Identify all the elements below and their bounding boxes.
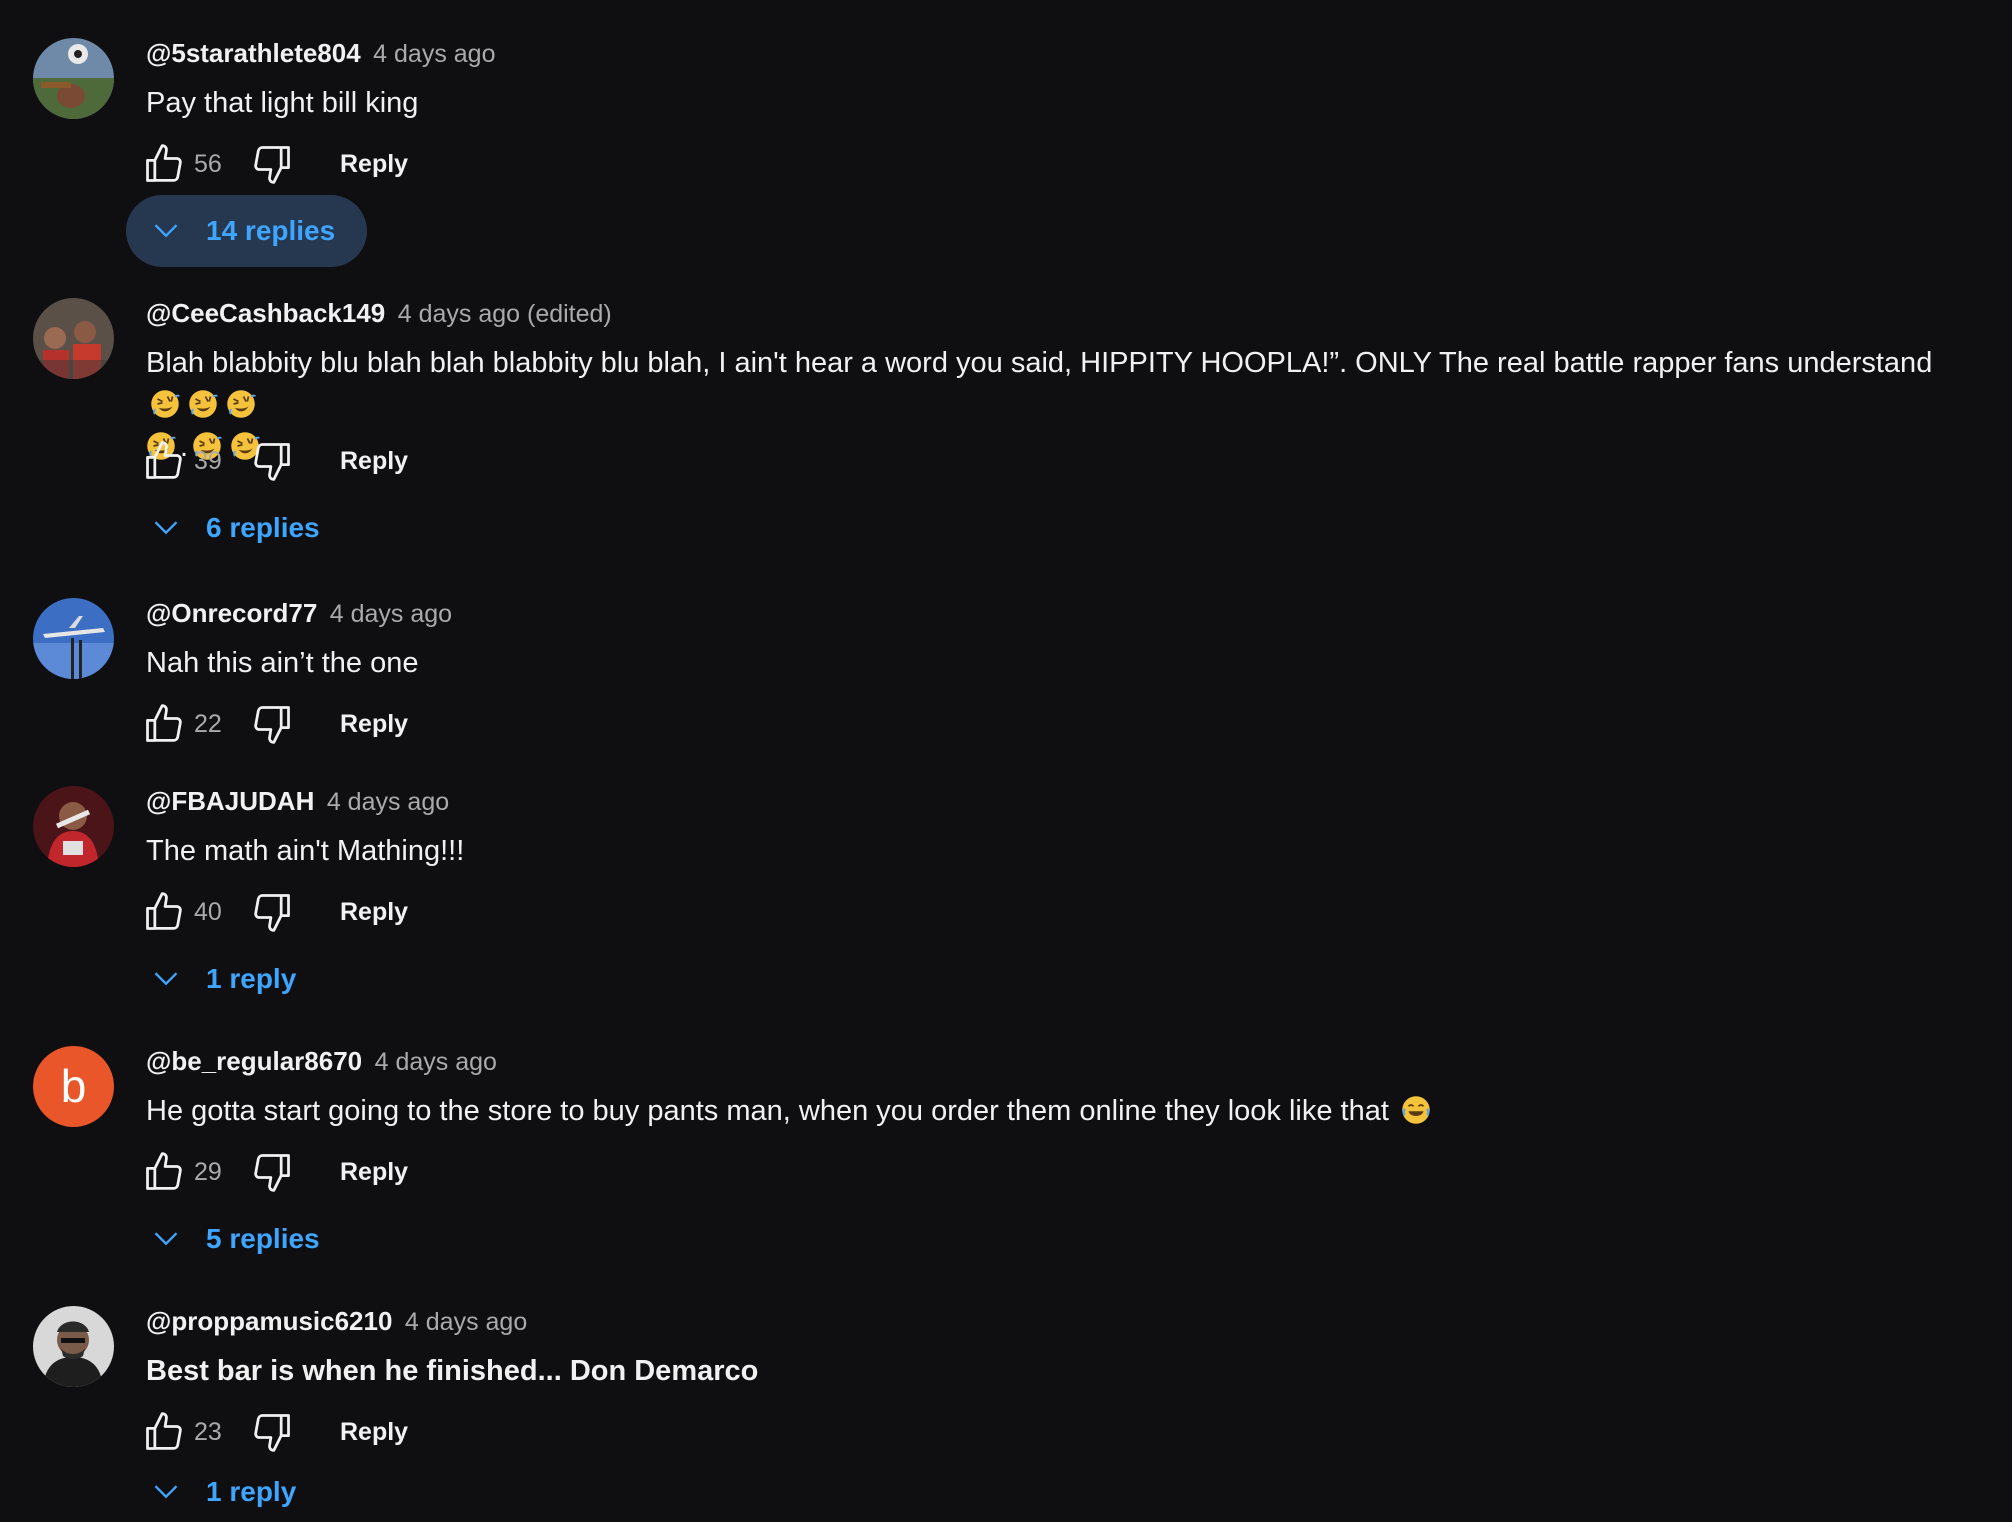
view-replies-button[interactable]: 14 replies: [126, 195, 368, 267]
comment-header: @CeeCashback149 4 days ago (edited): [146, 298, 612, 328]
chevron-down-icon: [152, 1225, 180, 1253]
thumbs-down-icon: [250, 1150, 294, 1194]
like-button[interactable]: [142, 439, 186, 483]
rofl-emoji-icon: [188, 389, 218, 419]
replies-count-label: 1 reply: [206, 1476, 297, 1507]
author-name[interactable]: @CeeCashback149: [146, 298, 385, 328]
thumbs-up-icon: [142, 1150, 186, 1194]
view-replies-button[interactable]: 1 reply: [126, 943, 328, 1015]
comment-timestamp[interactable]: 4 days ago: [375, 1048, 497, 1076]
like-count: 22: [194, 710, 222, 738]
comment-header: @5starathlete804 4 days ago: [146, 38, 495, 68]
like-button[interactable]: [142, 1150, 186, 1194]
replies-count-label: 6 replies: [206, 512, 320, 543]
chevron-down-icon: [152, 965, 180, 993]
replies-count-label: 5 replies: [206, 1223, 320, 1254]
reply-button[interactable]: Reply: [340, 702, 408, 746]
avatar[interactable]: [33, 1306, 114, 1387]
joy-emoji-icon: [1401, 1095, 1431, 1125]
thumbs-down-icon: [250, 890, 294, 934]
replies-count-label: 1 reply: [206, 963, 297, 994]
avatar[interactable]: [33, 298, 114, 379]
author-name[interactable]: @FBAJUDAH: [146, 786, 314, 816]
dislike-button[interactable]: [250, 1410, 294, 1454]
avatar[interactable]: [33, 786, 114, 867]
comment-text: The math ain't Mathing!!!: [146, 835, 465, 867]
avatar[interactable]: [33, 38, 114, 119]
author-name[interactable]: @be_regular8670: [146, 1046, 362, 1076]
view-replies-button[interactable]: 1 reply: [126, 1456, 328, 1522]
reply-button[interactable]: Reply: [340, 142, 408, 186]
author-name[interactable]: @Onrecord77: [146, 598, 317, 628]
thumbs-up-icon: [142, 890, 186, 934]
comment-text: Best bar is when he finished... Don Dema…: [146, 1355, 759, 1387]
reply-button[interactable]: Reply: [340, 890, 408, 934]
dislike-button[interactable]: [250, 439, 294, 483]
reply-button[interactable]: Reply: [340, 439, 408, 483]
comment-timestamp[interactable]: 4 days ago: [330, 600, 452, 628]
comment-header: @Onrecord77 4 days ago: [146, 598, 452, 628]
thumbs-down-icon: [250, 702, 294, 746]
reply-button[interactable]: Reply: [340, 1410, 408, 1454]
avatar[interactable]: b: [33, 1046, 114, 1127]
comment-text-body: He gotta start going to the store to buy…: [146, 1095, 1389, 1127]
thumbs-up-icon: [142, 1410, 186, 1454]
like-button[interactable]: [142, 1410, 186, 1454]
comment-timestamp[interactable]: 4 days ago: [373, 40, 495, 68]
like-count: 29: [194, 1158, 222, 1186]
dislike-button[interactable]: [250, 702, 294, 746]
rofl-emoji-icon: [150, 389, 180, 419]
like-button[interactable]: [142, 142, 186, 186]
chevron-down-icon: [152, 1478, 180, 1506]
comment-header: @proppamusic6210 4 days ago: [146, 1306, 527, 1336]
comment-text: Blah blabbity blu blah blah blabbity blu…: [146, 342, 1976, 468]
dislike-button[interactable]: [250, 1150, 294, 1194]
thumbs-down-icon: [250, 439, 294, 483]
thumbs-up-icon: [142, 142, 186, 186]
thumbs-down-icon: [250, 1410, 294, 1454]
comment-header: @be_regular8670 4 days ago: [146, 1046, 497, 1076]
thumbs-up-icon: [142, 439, 186, 483]
like-button[interactable]: [142, 890, 186, 934]
comment-text: Nah this ain’t the one: [146, 647, 419, 679]
comment-timestamp[interactable]: 4 days ago (edited): [398, 300, 612, 328]
dislike-button[interactable]: [250, 890, 294, 934]
comment-text: Pay that light bill king: [146, 87, 419, 119]
comment-timestamp[interactable]: 4 days ago: [405, 1308, 527, 1336]
like-button[interactable]: [142, 702, 186, 746]
comments-section: @5starathlete804 4 days ago Pay that lig…: [0, 0, 2012, 1522]
avatar[interactable]: [33, 598, 114, 679]
comment-timestamp[interactable]: 4 days ago: [327, 788, 449, 816]
like-count: 39: [194, 447, 222, 475]
replies-count-label: 14 replies: [206, 215, 336, 246]
dislike-button[interactable]: [250, 142, 294, 186]
like-count: 23: [194, 1418, 222, 1446]
like-count: 40: [194, 898, 222, 926]
reply-button[interactable]: Reply: [340, 1150, 408, 1194]
like-count: 56: [194, 150, 222, 178]
comment-text: He gotta start going to the store to buy…: [146, 1090, 1976, 1132]
chevron-down-icon: [152, 217, 180, 245]
author-name[interactable]: @proppamusic6210: [146, 1306, 392, 1336]
thumbs-down-icon: [250, 142, 294, 186]
rofl-emoji-icon: [226, 389, 256, 419]
comment-header: @FBAJUDAH 4 days ago: [146, 786, 449, 816]
author-name[interactable]: @5starathlete804: [146, 38, 361, 68]
view-replies-button[interactable]: 6 replies: [126, 492, 352, 564]
thumbs-up-icon: [142, 702, 186, 746]
view-replies-button[interactable]: 5 replies: [126, 1203, 352, 1275]
chevron-down-icon: [152, 514, 180, 542]
comment-text-body: Blah blabbity blu blah blah blabbity blu…: [146, 347, 1933, 379]
